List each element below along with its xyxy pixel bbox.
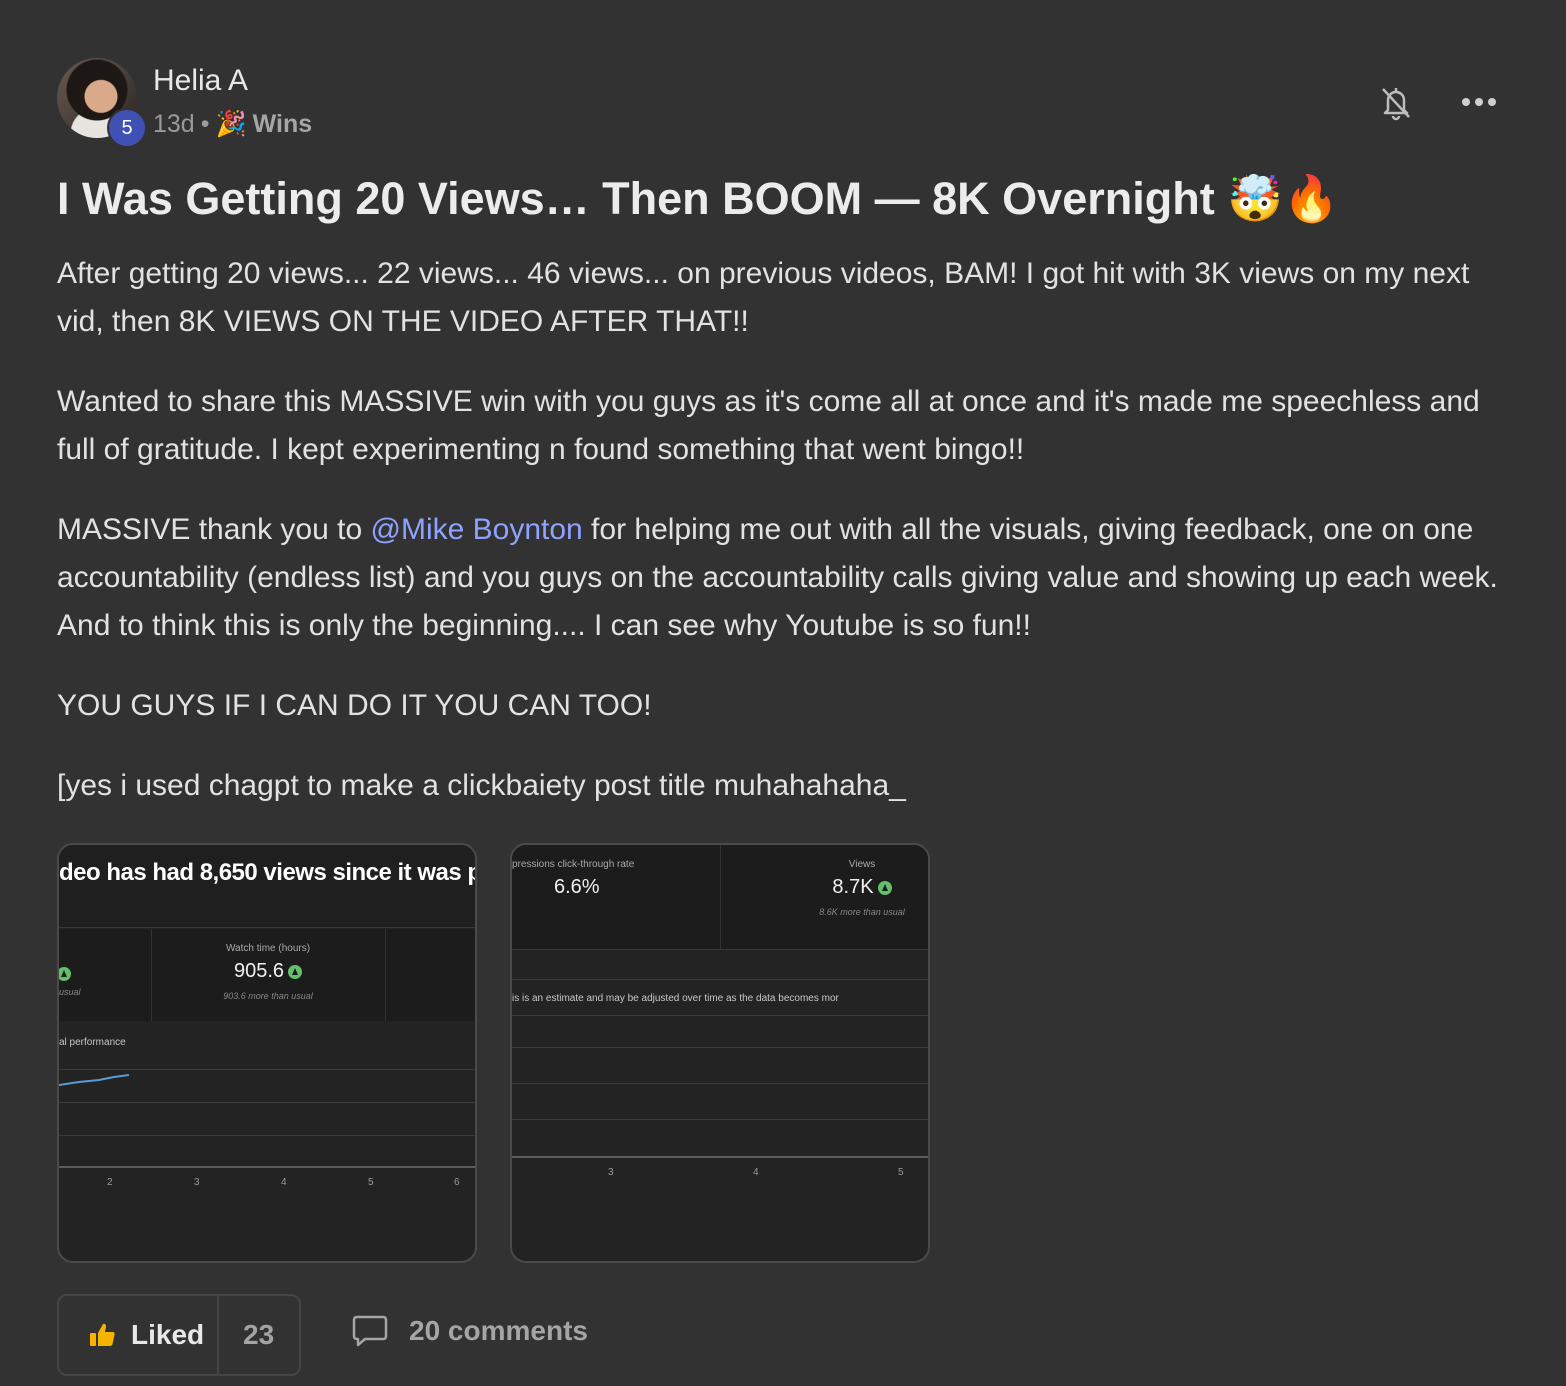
image-2-metrics: pressions click-through rate 6.6% Views … bbox=[512, 845, 928, 949]
party-popper-icon: 🎉 bbox=[215, 110, 247, 138]
paragraph-2: Wanted to share this MASSIVE win with yo… bbox=[57, 385, 1480, 466]
post-header: 5 Helia A 13d • 🎉 Wins bbox=[57, 58, 1506, 148]
category-link[interactable]: Wins bbox=[253, 110, 313, 139]
post-title: I Was Getting 20 Views… Then BOOM — 8K O… bbox=[57, 173, 1340, 224]
views-value-row: 8.7K bbox=[796, 876, 928, 899]
paragraph-5: [yes i used chagpt to make a clickbaiety… bbox=[57, 769, 906, 802]
paragraph-3-start: MASSIVE thank you to bbox=[57, 513, 371, 546]
watch-time-label: Watch time (hours) bbox=[225, 943, 311, 954]
comments-label: 20 comments bbox=[409, 1315, 588, 1346]
attached-image-2[interactable]: pressions click-through rate 6.6% Views … bbox=[510, 843, 930, 1263]
watch-time-value: 905.6 bbox=[233, 960, 285, 982]
comments-button[interactable]: 20 comments bbox=[351, 1314, 588, 1348]
views-value: 8.7K bbox=[832, 876, 874, 898]
gridline bbox=[512, 1083, 928, 1084]
image-1-trend-line bbox=[59, 1074, 130, 1086]
tick-label: 4 bbox=[281, 1177, 287, 1188]
paragraph-3: MASSIVE thank you to @Mike Boynton for h… bbox=[57, 506, 1507, 650]
views-label: Views bbox=[848, 859, 876, 870]
gridline bbox=[59, 1102, 475, 1103]
like-toggle[interactable]: Liked bbox=[59, 1296, 219, 1374]
up-arrow-icon bbox=[877, 880, 892, 895]
up-arrow-icon bbox=[288, 964, 303, 979]
watch-time-value-row: 905.6 bbox=[151, 960, 385, 983]
tick-label: 5 bbox=[368, 1177, 374, 1188]
axis-line bbox=[59, 1166, 475, 1168]
axis-line bbox=[512, 1156, 928, 1158]
image-1-metric-right bbox=[385, 929, 475, 1021]
more-options-icon[interactable] bbox=[1462, 96, 1496, 108]
image-1-section-label: al performance bbox=[59, 1037, 126, 1048]
paragraph-4: YOU GUYS IF I CAN DO IT YOU CAN TOO! bbox=[57, 689, 652, 722]
time-ago: 13d bbox=[153, 110, 195, 138]
comment-bubble-icon bbox=[352, 1315, 388, 1347]
image-1-metric-watch: Watch time (hours) 905.6 903.6 more than… bbox=[151, 929, 386, 1021]
gridline bbox=[59, 1135, 475, 1136]
thumbs-up-icon bbox=[90, 1323, 115, 1346]
up-arrow-icon bbox=[59, 965, 71, 983]
tick-label: 5 bbox=[898, 1167, 904, 1178]
like-button[interactable]: Liked 23 bbox=[57, 1294, 301, 1376]
tick-label: 3 bbox=[194, 1177, 200, 1188]
attached-image-1[interactable]: deo has had 8,650 views since it was pu … bbox=[57, 843, 477, 1263]
tick-label: 6 bbox=[454, 1177, 460, 1188]
author-name[interactable]: Helia A bbox=[153, 64, 248, 98]
level-badge: 5 bbox=[107, 108, 147, 148]
tick-label: 2 bbox=[107, 1177, 113, 1188]
paragraph-1: After getting 20 views... 22 views... 46… bbox=[57, 257, 1470, 338]
image-1-headline: deo has had 8,650 views since it was pu bbox=[59, 859, 477, 886]
image-1-metrics: usual Watch time (hours) 905.6 903.6 mor… bbox=[59, 929, 475, 1021]
image-1-metric-left: usual bbox=[59, 929, 152, 1021]
like-label: Liked bbox=[131, 1319, 205, 1350]
gridline bbox=[512, 1047, 928, 1048]
ctr-metric: pressions click-through rate 6.6% bbox=[512, 845, 721, 949]
like-count[interactable]: 23 bbox=[219, 1319, 274, 1351]
tick-label: 3 bbox=[608, 1167, 614, 1178]
ctr-value: 6.6% bbox=[554, 876, 600, 898]
mention-link[interactable]: @Mike Boynton bbox=[371, 513, 583, 546]
gridline bbox=[512, 1015, 928, 1016]
gridline bbox=[512, 979, 928, 980]
notification-bell-off-icon[interactable] bbox=[1376, 82, 1416, 122]
gridline bbox=[512, 949, 928, 950]
watch-time-sub: 903.6 more than usual bbox=[223, 991, 313, 1001]
views-metric: Views 8.7K 8.6K more than usual bbox=[720, 845, 928, 949]
post-actions: Liked 23 20 comments bbox=[57, 1294, 957, 1376]
meta-separator: • bbox=[200, 110, 210, 138]
gridline bbox=[512, 1119, 928, 1120]
image-1-left-sub: usual bbox=[59, 987, 81, 997]
post-body: After getting 20 views... 22 views... 46… bbox=[57, 250, 1507, 842]
tick-label: 4 bbox=[753, 1167, 759, 1178]
image-1-header: deo has had 8,650 views since it was pu bbox=[59, 845, 475, 928]
ctr-label: pressions click-through rate bbox=[512, 859, 635, 870]
estimate-note: is is an estimate and may be adjusted ov… bbox=[512, 993, 839, 1004]
views-sub: 8.6K more than usual bbox=[819, 907, 905, 917]
post-meta: 13d • 🎉 Wins bbox=[153, 110, 312, 139]
